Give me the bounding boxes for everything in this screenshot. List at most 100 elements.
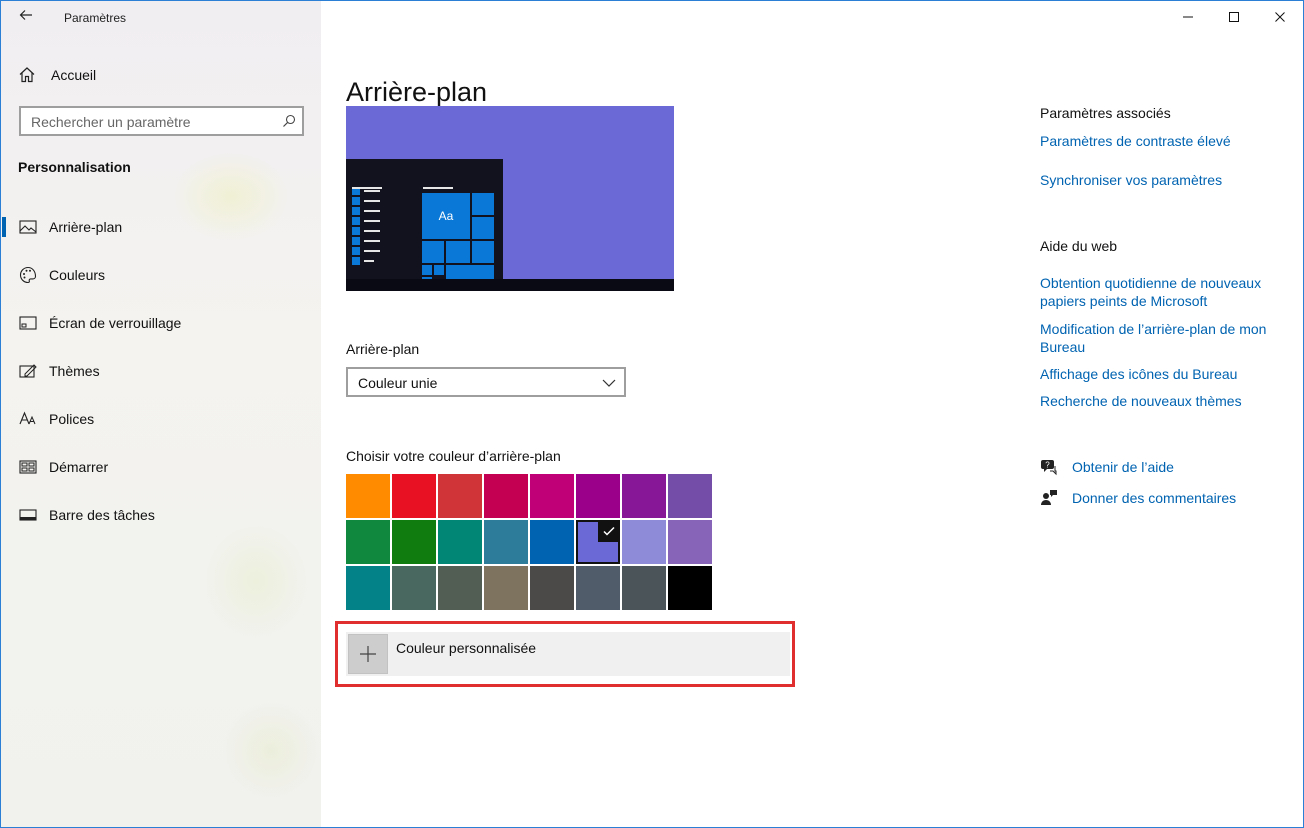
search-input[interactable] — [21, 108, 283, 136]
feedback-action[interactable]: Donner des commentaires — [1040, 488, 1236, 508]
color-swatch[interactable] — [576, 474, 620, 518]
fonts-icon — [19, 410, 37, 428]
color-swatch[interactable] — [346, 566, 390, 610]
color-swatch[interactable] — [668, 566, 712, 610]
color-swatch[interactable] — [484, 474, 528, 518]
color-swatch[interactable] — [392, 474, 436, 518]
sidebar-item-fonts[interactable]: Polices — [1, 403, 321, 451]
high-contrast-link[interactable]: Paramètres de contraste élevé — [1040, 132, 1290, 150]
color-swatch[interactable] — [576, 520, 620, 564]
preview-menu-icon — [352, 227, 360, 235]
new-themes-link[interactable]: Recherche de nouveaux thèmes — [1040, 392, 1290, 410]
app-title: Paramètres — [64, 11, 127, 25]
color-swatch[interactable] — [484, 520, 528, 564]
preview-menu-icon — [352, 197, 360, 205]
custom-color-button[interactable]: Couleur personnalisée — [346, 632, 790, 676]
search-field[interactable] — [19, 106, 304, 136]
color-swatch[interactable] — [346, 474, 390, 518]
color-swatch[interactable] — [392, 520, 436, 564]
get-help-action[interactable]: ? Obtenir de l’aide — [1040, 457, 1174, 477]
sidebar-item-lock-screen[interactable]: Écran de verrouillage — [1, 307, 321, 355]
settings-window: Paramètres Accueil Personnalisation — [0, 0, 1304, 828]
sidebar-item-themes[interactable]: Thèmes — [1, 355, 321, 403]
color-swatch[interactable] — [438, 566, 482, 610]
page-title: Arrière-plan — [346, 77, 488, 108]
color-swatch[interactable] — [530, 566, 574, 610]
feedback-icon — [1040, 489, 1058, 507]
sidebar-item-colors[interactable]: Couleurs — [1, 259, 321, 307]
sidebar-item-label: Barre des tâches — [49, 507, 155, 523]
help-chat-icon: ? — [1040, 458, 1058, 476]
sidebar-item-label: Thèmes — [49, 363, 100, 379]
color-swatch[interactable] — [622, 566, 666, 610]
sidebar-item-home[interactable]: Accueil — [17, 63, 96, 87]
custom-color-highlight: Couleur personnalisée — [335, 621, 795, 687]
palette-icon — [19, 266, 37, 284]
web-help-header: Aide du web — [1040, 238, 1118, 254]
color-swatch[interactable] — [576, 566, 620, 610]
background-type-value: Couleur unie — [358, 375, 438, 391]
maximize-icon — [1229, 12, 1239, 22]
themes-icon — [19, 362, 37, 380]
chevron-down-icon — [602, 379, 616, 387]
sidebar-item-taskbar[interactable]: Barre des tâches — [1, 499, 321, 547]
start-icon — [19, 458, 37, 476]
daily-wallpapers-link[interactable]: Obtention quotidienne de nouveaux papier… — [1040, 274, 1290, 310]
color-swatch[interactable] — [530, 520, 574, 564]
related-settings-header: Paramètres associés — [1040, 105, 1171, 121]
section-title: Personnalisation — [18, 159, 131, 175]
preview-menu-line — [364, 200, 380, 202]
preview-tile — [446, 241, 470, 263]
color-swatch[interactable] — [438, 520, 482, 564]
preview-start-menu: Aa — [346, 159, 503, 279]
preview-taskbar — [346, 279, 674, 291]
sidebar-item-label: Arrière-plan — [49, 219, 123, 235]
change-desktop-background-link[interactable]: Modification de l’arrière-plan de mon Bu… — [1040, 320, 1290, 356]
sidebar-nav: Arrière-plan Couleurs Écran de verrouill… — [1, 211, 321, 547]
plus-icon — [348, 634, 388, 674]
feedback-label: Donner des commentaires — [1072, 490, 1237, 506]
desktop-icons-link[interactable]: Affichage des icônes du Bureau — [1040, 365, 1290, 383]
color-swatch[interactable] — [346, 520, 390, 564]
close-button[interactable] — [1257, 1, 1303, 33]
picture-icon — [19, 218, 37, 236]
sidebar-item-background[interactable]: Arrière-plan — [1, 211, 321, 259]
minimize-button[interactable] — [1165, 1, 1211, 33]
preview-menu-line — [352, 187, 382, 189]
color-swatch[interactable] — [668, 474, 712, 518]
sync-settings-link[interactable]: Synchroniser vos paramètres — [1040, 171, 1290, 189]
preview-menu-line — [364, 220, 380, 222]
color-swatch[interactable] — [392, 566, 436, 610]
color-swatch[interactable] — [530, 474, 574, 518]
preview-menu-line — [364, 210, 380, 212]
color-swatch[interactable] — [668, 520, 712, 564]
preview-tile — [422, 265, 432, 275]
home-label: Accueil — [51, 67, 97, 83]
preview-menu-line — [364, 230, 380, 232]
checkmark-icon — [603, 526, 615, 536]
home-icon — [17, 65, 37, 85]
preview-menu-line — [364, 240, 380, 242]
maximize-button[interactable] — [1211, 1, 1257, 33]
preview-tile — [472, 193, 494, 215]
preview-tile — [472, 217, 494, 239]
color-swatch[interactable] — [484, 566, 528, 610]
color-swatch[interactable] — [438, 474, 482, 518]
sidebar-item-label: Démarrer — [49, 459, 109, 475]
back-button[interactable] — [15, 8, 37, 28]
preview-menu-icon — [352, 257, 360, 265]
sidebar: Paramètres Accueil Personnalisation — [1, 1, 321, 827]
sidebar-item-label: Couleurs — [49, 267, 106, 283]
active-indicator — [2, 217, 6, 237]
search-icon[interactable] — [282, 114, 296, 128]
preview-tiles-header — [423, 187, 453, 189]
close-icon — [1275, 12, 1285, 22]
sidebar-item-start[interactable]: Démarrer — [1, 451, 321, 499]
color-swatch[interactable] — [622, 520, 666, 564]
color-swatch[interactable] — [622, 474, 666, 518]
preview-tile — [422, 241, 444, 263]
choose-color-label: Choisir votre couleur d’arrière-plan — [346, 448, 561, 464]
window-controls — [1165, 1, 1303, 33]
sidebar-item-label: Polices — [49, 411, 95, 427]
background-type-select[interactable]: Couleur unie — [346, 367, 626, 397]
